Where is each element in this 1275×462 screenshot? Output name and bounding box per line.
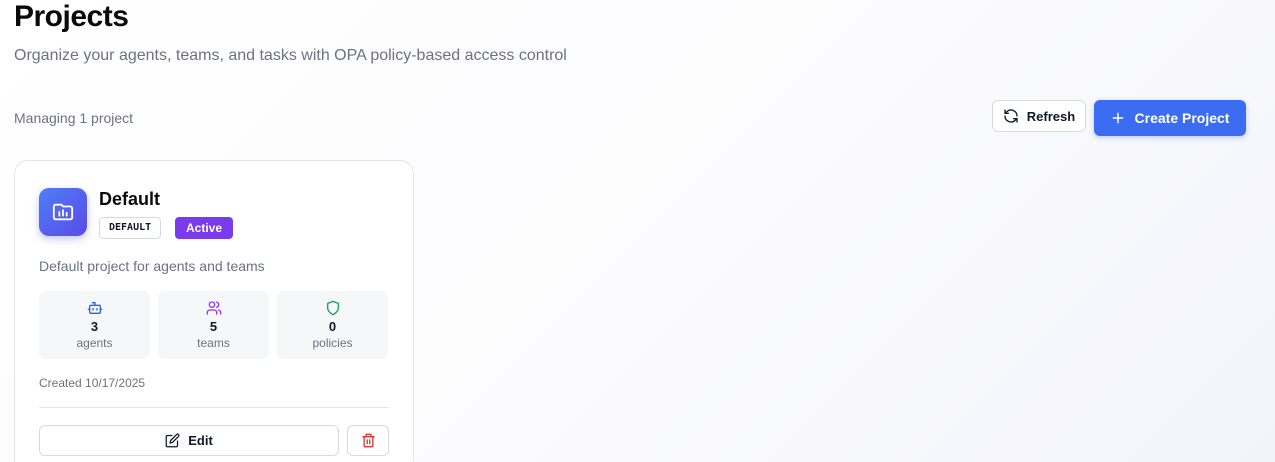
users-icon <box>206 300 222 316</box>
stat-policies: 0 policies <box>277 291 388 359</box>
agents-count: 3 <box>90 319 99 334</box>
agents-label: agents <box>76 336 113 350</box>
project-description: Default project for agents and teams <box>39 258 265 274</box>
card-divider <box>39 407 389 408</box>
shield-icon <box>325 300 341 316</box>
page-subtitle: Organize your agents, teams, and tasks w… <box>14 47 567 64</box>
project-name: Default <box>99 189 161 209</box>
plus-icon <box>1111 111 1125 125</box>
edit-icon <box>165 433 180 448</box>
created-date: Created 10/17/2025 <box>39 376 146 390</box>
edit-label: Edit <box>188 433 213 448</box>
teams-label: teams <box>197 336 230 350</box>
teams-count: 5 <box>209 319 218 334</box>
delete-button[interactable] <box>347 425 389 456</box>
bot-icon <box>87 300 103 316</box>
stat-agents: 3 agents <box>39 291 150 359</box>
edit-button[interactable]: Edit <box>39 425 339 456</box>
project-card[interactable]: Default DEFAULT Active Default project f… <box>14 160 414 462</box>
refresh-button[interactable]: Refresh <box>992 100 1086 132</box>
status-badge: Active <box>175 217 234 239</box>
refresh-label: Refresh <box>1026 108 1076 124</box>
trash-icon <box>361 433 376 448</box>
create-project-button[interactable]: Create Project <box>1094 100 1246 136</box>
folder-chart-icon <box>39 188 87 236</box>
refresh-icon <box>1003 108 1019 124</box>
page-title: Projects <box>14 0 129 33</box>
stat-teams: 5 teams <box>158 291 269 359</box>
policies-label: policies <box>312 336 353 350</box>
project-count-summary: Managing 1 project <box>14 110 134 126</box>
default-tag: DEFAULT <box>99 217 162 239</box>
policies-count: 0 <box>328 319 337 334</box>
create-project-label: Create Project <box>1134 110 1230 126</box>
